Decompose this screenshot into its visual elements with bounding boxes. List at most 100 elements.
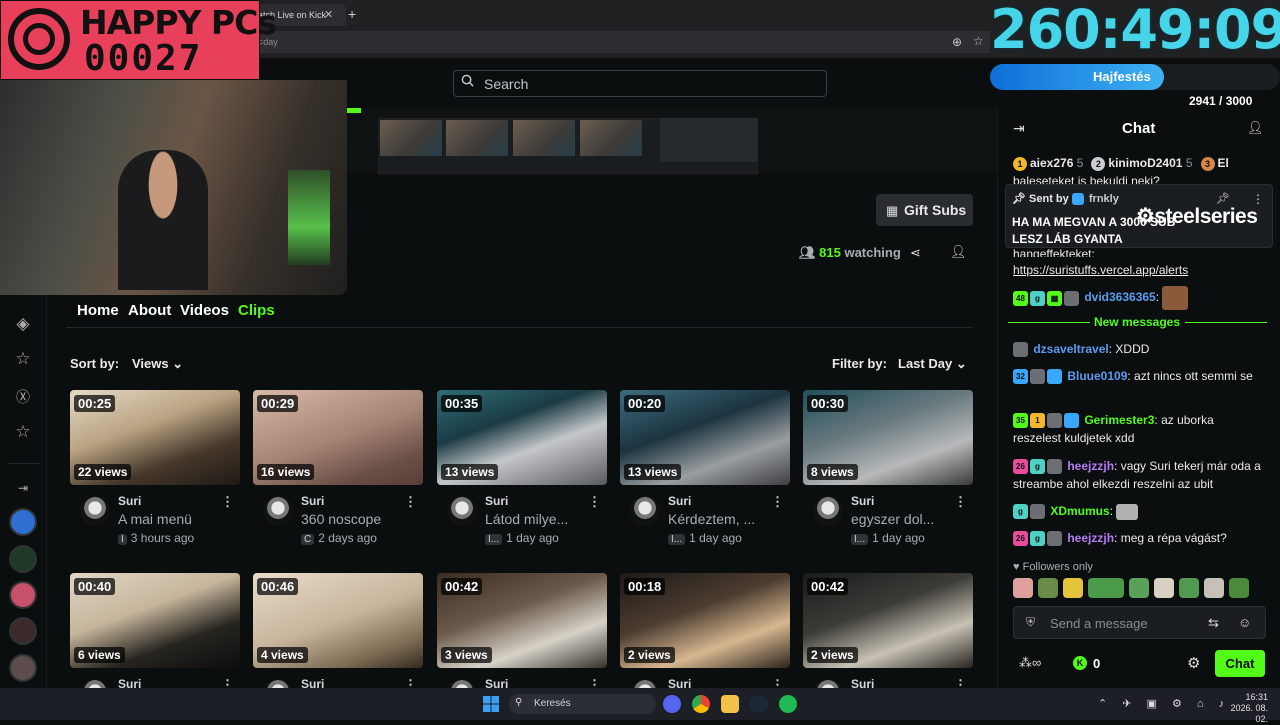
channel-avatar[interactable] (447, 496, 477, 526)
emote-icon[interactable] (1204, 578, 1224, 598)
top-gifter[interactable]: 2 kinimoD2401 5 (1091, 156, 1200, 171)
unpin-icon[interactable]: 📌︎ (1216, 192, 1230, 205)
clip-thumbnail[interactable]: 00:29 16 views (253, 390, 423, 485)
channel-avatar[interactable] (630, 496, 660, 526)
new-tab-icon[interactable]: + (348, 6, 356, 22)
spotify-icon[interactable] (779, 695, 797, 713)
clip-title[interactable]: egyszer dol... (851, 511, 981, 527)
top-gifter[interactable]: 3 El (1200, 156, 1237, 171)
clip-category-badge[interactable]: I... (668, 534, 686, 545)
clip-thumbnail[interactable]: 00:42 2 views (803, 573, 973, 668)
clip-thumbnail[interactable]: 00:46 4 views (253, 573, 423, 668)
collapse-chat-icon[interactable]: ⇥ (1013, 120, 1025, 137)
sidebar-game-icon[interactable]: ◈ (12, 313, 34, 335)
clip-channel-name[interactable]: Suri (301, 494, 324, 508)
system-tray[interactable]: ⌃ ✈ ▣ ⚙ ⌂ ♪ (1098, 697, 1230, 710)
sidebar-expand-icon[interactable]: ⇥ (12, 477, 34, 499)
emoji-icon[interactable]: ☺ (1238, 615, 1251, 630)
sort-dropdown[interactable]: Views ⌄ (124, 349, 194, 377)
chrome-icon[interactable] (692, 695, 710, 713)
clip-channel-name[interactable]: Suri (118, 494, 141, 508)
chat-send-button[interactable]: Chat (1215, 650, 1265, 677)
clip-channel-name[interactable]: Suri (668, 494, 691, 508)
top-gifter[interactable]: 1 aiex276 5 (1013, 156, 1091, 171)
gear-icon[interactable]: ⚙ (1187, 654, 1200, 672)
more-options-icon[interactable]: ⋮ (1252, 192, 1264, 206)
more-options-icon[interactable]: ⋮ (404, 494, 417, 510)
taskbar-clock[interactable]: 16:31 2026. 08. 02. (1222, 692, 1268, 725)
pinned-username[interactable]: frnkly (1089, 193, 1119, 205)
clip-title[interactable]: Kérdeztem, ... (668, 511, 798, 527)
follow-user-icon[interactable]: 👤︎ (950, 244, 967, 260)
banner-thumbnail (446, 120, 508, 156)
zoom-icon[interactable]: ⊕ (952, 35, 962, 49)
steam-icon[interactable] (750, 695, 768, 713)
clip-category-badge[interactable]: C (301, 534, 315, 545)
chat-username[interactable]: Gerimester3 (1084, 413, 1154, 427)
sidebar-channel-avatar[interactable] (9, 545, 37, 573)
chat-username[interactable]: Bluue0109 (1067, 369, 1127, 383)
chat-message-input[interactable] (1050, 614, 1200, 632)
clip-channel-name[interactable]: Suri (851, 494, 874, 508)
channel-avatar[interactable] (80, 496, 110, 526)
chat-username[interactable]: XDmumus (1050, 504, 1109, 518)
file-explorer-icon[interactable] (721, 695, 739, 713)
tab-videos[interactable]: Videos (180, 302, 229, 319)
sidebar-favorites-icon[interactable]: ☆ (12, 421, 34, 443)
discord-icon[interactable] (663, 695, 681, 713)
chat-link[interactable]: https://suristuffs.vercel.app/alerts (1013, 261, 1263, 279)
emote-icon[interactable] (1154, 578, 1174, 598)
clip-thumbnail[interactable]: 00:30 8 views (803, 390, 973, 485)
more-options-icon[interactable]: ⋮ (588, 494, 601, 510)
bookmark-star-icon[interactable]: ☆ (973, 34, 984, 48)
clip-channel-name[interactable]: Suri (485, 494, 508, 508)
clip-thumbnail[interactable]: 00:35 13 views (437, 390, 607, 485)
search-input[interactable]: Search (453, 70, 827, 97)
channel-avatar[interactable] (263, 496, 293, 526)
channel-avatar[interactable] (813, 496, 843, 526)
channel-points-icon[interactable]: ⁂∞ (1019, 655, 1041, 671)
emote-icon[interactable] (1229, 578, 1249, 598)
taskbar-search[interactable]: Keresés (509, 694, 656, 714)
tab-about[interactable]: About (128, 302, 171, 319)
clip-thumbnail[interactable]: 00:18 2 views (620, 573, 790, 668)
tab-close-icon[interactable]: ✕ (324, 8, 333, 21)
tab-home[interactable]: Home (77, 302, 119, 319)
chat-username[interactable]: dzsaveltravel (1033, 342, 1108, 356)
emote-icon[interactable] (1088, 578, 1124, 598)
tab-clips[interactable]: Clips (238, 302, 275, 319)
sidebar-star-icon[interactable]: ☆ (12, 348, 34, 370)
kicks-icon[interactable]: K (1073, 656, 1087, 670)
share-icon[interactable]: ⋖ (910, 245, 921, 261)
sidebar-channel-avatar[interactable] (9, 617, 37, 645)
clip-category-badge[interactable]: I... (851, 534, 869, 545)
translate-icon[interactable]: ⇆ (1208, 615, 1219, 631)
clip-thumbnail[interactable]: 00:25 22 views (70, 390, 240, 485)
chat-username[interactable]: dvid3636365 (1084, 290, 1155, 304)
clip-category-badge[interactable]: I (118, 534, 127, 545)
emote-icon[interactable] (1038, 578, 1058, 598)
more-options-icon[interactable]: ⋮ (954, 494, 967, 510)
emote-icon[interactable] (1179, 578, 1199, 598)
clip-thumbnail[interactable]: 00:42 3 views (437, 573, 607, 668)
chat-username[interactable]: heejzzjh (1067, 531, 1114, 545)
clip-thumbnail[interactable]: 00:40 6 views (70, 573, 240, 668)
chat-users-icon[interactable]: 👤︎ (1247, 120, 1264, 136)
clip-title[interactable]: A mai menü (118, 511, 248, 527)
sidebar-channel-avatar[interactable] (9, 581, 37, 609)
sidebar-channel-avatar[interactable] (9, 654, 37, 682)
clip-category-badge[interactable]: I... (485, 534, 503, 545)
chat-username[interactable]: heejzzjh (1067, 459, 1114, 473)
more-options-icon[interactable]: ⋮ (221, 494, 234, 510)
clip-title[interactable]: 360 noscope (301, 511, 431, 527)
sidebar-channel-avatar[interactable] (9, 508, 37, 536)
more-options-icon[interactable]: ⋮ (771, 494, 784, 510)
sidebar-category-icon[interactable]: Ⓧ (12, 386, 34, 408)
clip-thumbnail[interactable]: 00:20 13 views (620, 390, 790, 485)
filter-dropdown[interactable]: Last Day ⌄ (890, 349, 973, 377)
emote-icon[interactable] (1013, 578, 1033, 598)
emote-icon[interactable] (1129, 578, 1149, 598)
clip-title[interactable]: Látod milye... (485, 511, 615, 527)
emote-icon[interactable] (1063, 578, 1083, 598)
windows-start-icon[interactable] (483, 696, 499, 712)
